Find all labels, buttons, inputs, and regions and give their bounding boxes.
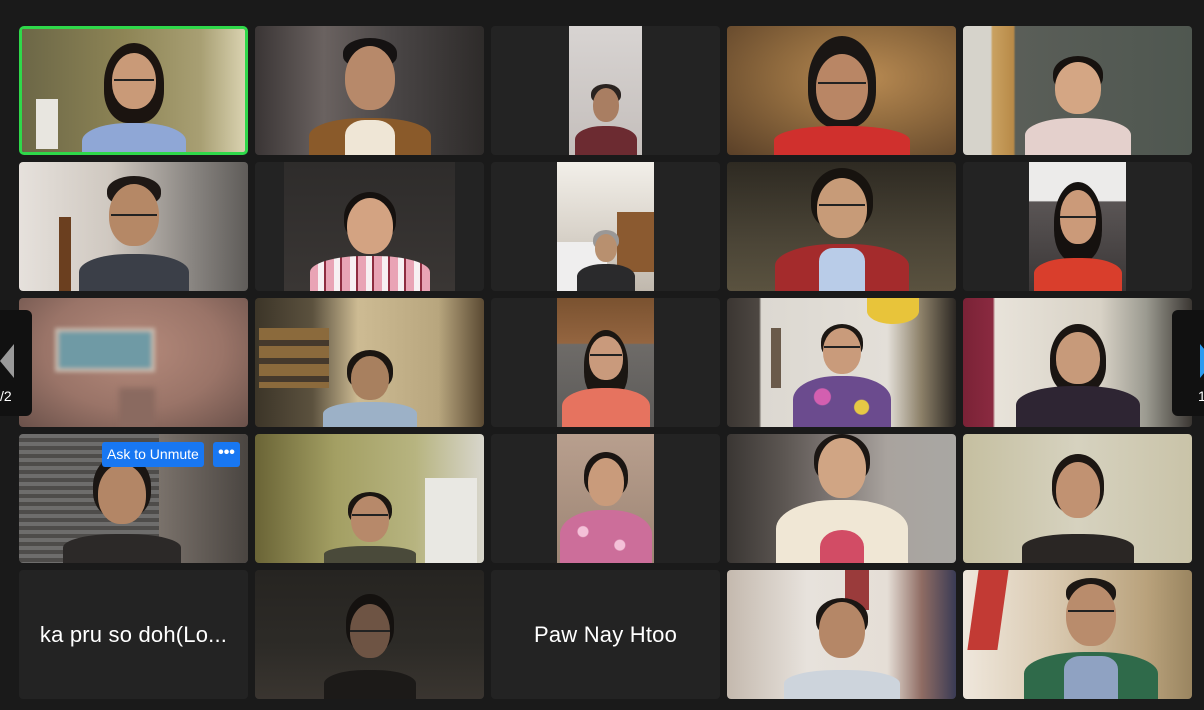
participant-tile[interactable] [19, 162, 248, 291]
participant-tile[interactable] [19, 298, 248, 427]
participant-video [727, 162, 956, 291]
participant-video [963, 570, 1192, 699]
previous-page-button[interactable]: /2 [0, 310, 32, 416]
participant-tile[interactable] [255, 26, 484, 155]
participant-video [19, 298, 248, 427]
participant-tile[interactable]: Paw Nay Htoo [491, 570, 720, 699]
participant-video [727, 26, 956, 155]
ask-to-unmute-button[interactable]: Ask to Unmute [102, 442, 204, 467]
participant-video [255, 570, 484, 699]
participant-tile[interactable] [963, 570, 1192, 699]
participant-tile[interactable] [963, 162, 1192, 291]
participant-video [727, 434, 956, 563]
participant-video [963, 26, 1192, 155]
participant-tile[interactable] [491, 26, 720, 155]
participant-tile[interactable] [727, 26, 956, 155]
participant-video [557, 434, 654, 563]
participant-video [19, 162, 248, 291]
next-page-button[interactable]: 1 [1172, 310, 1204, 416]
participant-tile[interactable] [963, 26, 1192, 155]
participant-tile[interactable] [727, 570, 956, 699]
participant-tile[interactable] [491, 298, 720, 427]
participant-tile[interactable] [255, 162, 484, 291]
participant-tile[interactable] [491, 162, 720, 291]
chevron-left-icon [0, 344, 14, 378]
chevron-right-icon [1200, 344, 1204, 378]
more-options-icon[interactable]: ••• [213, 442, 240, 467]
participant-video [727, 298, 956, 427]
participant-tile[interactable] [255, 570, 484, 699]
participant-tile[interactable]: Ask to Unmute ••• [19, 434, 248, 563]
page-indicator: 1 [1198, 388, 1204, 404]
participant-video [255, 298, 484, 427]
participant-video [963, 434, 1192, 563]
participant-video [557, 298, 654, 427]
participant-tile[interactable] [491, 434, 720, 563]
participant-video [727, 570, 956, 699]
participant-tile[interactable] [727, 434, 956, 563]
participant-video [22, 29, 245, 152]
participant-name: Paw Nay Htoo [533, 621, 677, 647]
participant-tile[interactable] [255, 434, 484, 563]
participant-video [557, 162, 654, 291]
participant-tile[interactable] [727, 298, 956, 427]
participant-video [569, 26, 642, 155]
page-indicator: /2 [0, 388, 12, 404]
participant-tile[interactable] [963, 434, 1192, 563]
participant-tile[interactable]: ka pru so doh(Lo... [19, 570, 248, 699]
participant-tile[interactable] [963, 298, 1192, 427]
participant-tile[interactable] [255, 298, 484, 427]
gallery-view: Ask to Unmute ••• ka pru so doh(Lo... Pa… [0, 0, 1204, 710]
participant-tile[interactable] [727, 162, 956, 291]
participant-tile[interactable] [19, 26, 248, 155]
participant-name: ka pru so doh(Lo... [39, 621, 228, 647]
participant-video [1029, 162, 1126, 291]
participant-video [963, 298, 1192, 427]
participant-video [255, 434, 484, 563]
participant-video [284, 162, 455, 291]
participant-video [255, 26, 484, 155]
